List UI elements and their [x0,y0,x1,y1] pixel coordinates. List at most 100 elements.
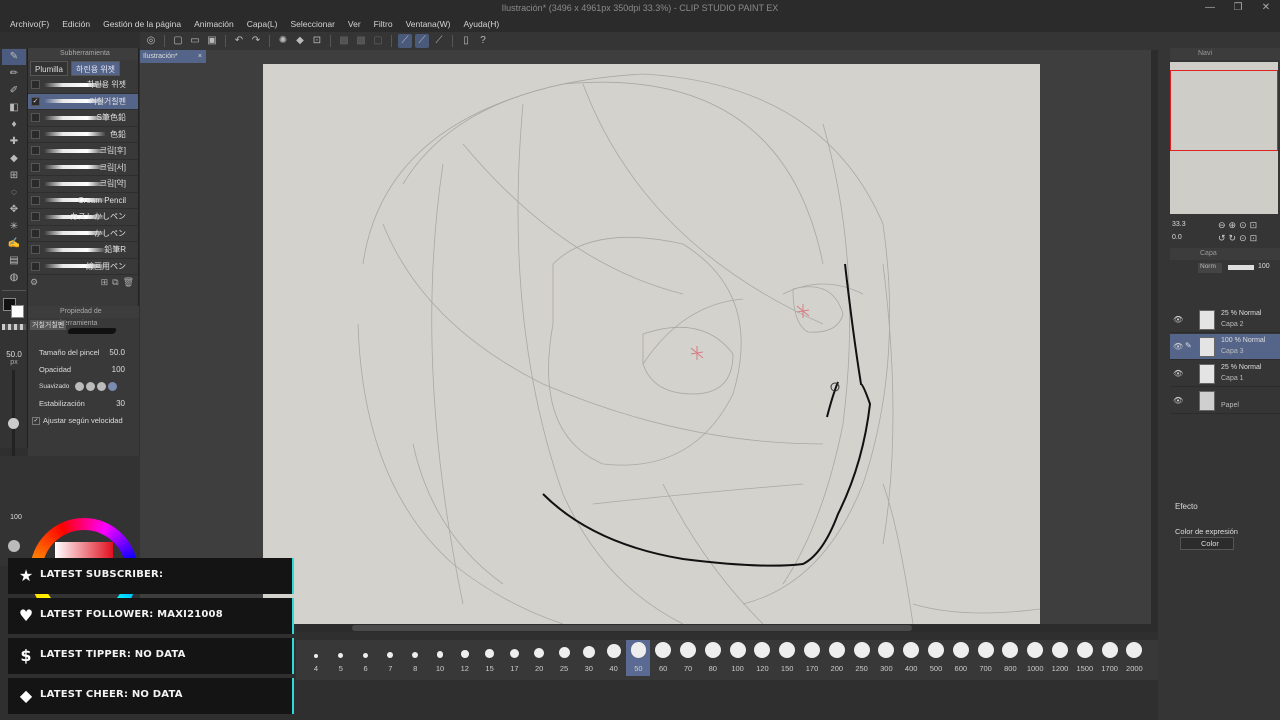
brush-checkbox[interactable] [31,80,40,90]
rotate-controls-icon[interactable]: ↺↻⊙⊡ [1218,233,1260,244]
open-folder-icon[interactable]: ▭ [188,34,202,48]
stabilization-row[interactable]: Estabilización 30 [28,395,139,412]
horizontal-scrollbar-thumb[interactable] [352,625,912,631]
brush-checkbox[interactable] [31,261,40,271]
layer-row[interactable]: 👁 25 % Normal Capa 1 [1170,361,1280,387]
new-file-icon[interactable]: ▢ [171,34,185,48]
lasso-tool-icon[interactable]: ◌ [2,185,26,201]
brush-size-preset[interactable]: 12 [453,640,477,673]
brush-checkbox[interactable] [31,195,40,205]
add-subtool-icon[interactable]: ⊞ [101,277,109,288]
brush-item[interactable]: S筆色鉛 [28,110,138,127]
tab-custom[interactable]: 하린용 위젯 [71,61,121,76]
brush-size-preset[interactable]: 80 [701,640,725,673]
brush-size-preset[interactable]: 15 [478,640,502,673]
brush-item[interactable]: 크림[후] [28,143,138,160]
brush-item[interactable]: Cream Pencil [28,193,138,209]
brush-size-preset[interactable]: 1200 [1048,640,1072,673]
brush-size-preset[interactable]: 50 [626,640,651,676]
brush-size-preset[interactable]: 100 [726,640,750,673]
blend-tool-icon[interactable]: ♦ [2,117,26,133]
help-icon[interactable]: ? [476,34,490,48]
invert-icon[interactable]: ▩ [354,34,368,48]
menu-filtro[interactable]: Filtro [374,19,393,29]
fill-tool-icon[interactable]: ◆ [2,151,26,167]
smoothing-row[interactable]: Suavizado [28,378,139,395]
brush-size-preset[interactable]: 60 [651,640,675,673]
brush-size-preset[interactable]: 4 [304,640,328,673]
vertical-scrollbar[interactable] [1151,50,1158,624]
clip-studio-icon[interactable]: ◎ [144,34,158,48]
expression-color-select[interactable]: Color [1180,537,1234,550]
brush-size-preset[interactable]: 250 [850,640,874,673]
menu-animacion[interactable]: Animación [194,19,234,29]
menu-gestion-pagina[interactable]: Gestión de la página [103,19,181,29]
brush-size-row[interactable]: Tamaño del pincel 50.0 [28,344,139,361]
brush-size-preset[interactable]: 25 [552,640,576,673]
brush-checkbox[interactable]: ✓ [31,96,40,106]
visibility-eye-icon[interactable]: 👁 [1173,315,1183,324]
clear-icon[interactable]: ✺ [276,34,290,48]
brush-item[interactable]: カスレかしペン [28,209,138,226]
grid-tool-icon[interactable]: ⊞ [2,168,26,184]
undo-icon[interactable]: ↶ [232,34,246,48]
stabilization-value[interactable]: 30 [116,399,125,408]
eraser-tool-icon[interactable]: ◧ [2,100,26,116]
brush-size-preset[interactable]: 1000 [1023,640,1047,673]
layer-opacity-slider[interactable] [1228,265,1254,270]
brush-size-preset[interactable]: 2000 [1122,640,1146,673]
deselect-icon[interactable]: ▩ [337,34,351,48]
brush-size-preset[interactable]: 800 [998,640,1022,673]
brush-item[interactable]: 하린용 위젯 [28,77,138,94]
delete-subtool-icon[interactable]: 🗑 [123,277,134,288]
brush-checkbox[interactable] [31,162,40,172]
snap-ruler-icon[interactable]: ⟋ [398,34,412,48]
brush-size-preset[interactable]: 300 [874,640,898,673]
brush-checkbox[interactable] [31,245,40,255]
tab-plumilla[interactable]: Plumilla [30,61,69,76]
layer-row-selected[interactable]: 👁 ✎ 100 % Normal Capa 3 [1170,334,1280,360]
brush-size-preset[interactable]: 1500 [1073,640,1097,673]
brush-item[interactable]: 크림[약] [28,176,138,193]
brush-size-preset[interactable]: 7 [378,640,402,673]
close-button[interactable]: ✕ [1252,0,1280,16]
horizontal-scrollbar[interactable] [296,624,1158,632]
figure-tool-icon[interactable]: ✚ [2,134,26,150]
document-tab[interactable]: Ilustración* × [140,50,206,63]
brush-checkbox[interactable] [31,129,40,139]
pen-tool-icon[interactable]: ✎ [2,49,26,65]
zoom-controls-icon[interactable]: ⊖⊕⊙⊡ [1218,220,1260,231]
brush-size-preset[interactable]: 20 [527,640,551,673]
brush-size-preset[interactable]: 6 [354,640,378,673]
brush-size-preset[interactable]: 600 [949,640,973,673]
brush-item[interactable]: 色鉛 [28,127,138,143]
opacity-value[interactable]: 100 [112,365,125,374]
close-tab-icon[interactable]: × [198,50,202,63]
brush-size-preset[interactable]: 200 [825,640,849,673]
magic-wand-icon[interactable]: ✳ [2,219,26,235]
brush-item-selected[interactable]: ✓ 거칠거칠펜 [28,93,138,110]
navigator-viewport[interactable] [1170,70,1278,151]
smoothing-option-icon[interactable] [108,382,118,391]
snap-grid-icon[interactable]: ⟋ [432,34,446,48]
menu-ayuda[interactable]: Ayuda(H) [463,19,499,29]
menu-seleccionar[interactable]: Seleccionar [290,19,334,29]
save-icon[interactable]: ▣ [205,34,219,48]
layer-row[interactable]: 👁 25 % Normal Capa 2 [1170,307,1280,333]
pencil-tool-icon[interactable]: ✏ [2,66,26,82]
visibility-eye-icon[interactable]: 👁 [1173,396,1183,405]
layer-opacity-value[interactable]: 100 [1258,263,1270,270]
navigator-preview[interactable] [1170,62,1278,214]
brush-size-preset[interactable]: 400 [899,640,923,673]
menu-capa[interactable]: Capa(L) [247,19,278,29]
speed-row[interactable]: ✓ Ajustar según velocidad [28,412,139,429]
brush-size-preset[interactable]: 170 [800,640,824,673]
opacity-slider-thumb[interactable] [8,540,20,552]
zoom-value[interactable]: 33.3 [1172,221,1186,228]
brush-item[interactable]: かしペン [28,226,138,242]
move-tool-icon[interactable]: ✥ [2,202,26,218]
visibility-eye-icon[interactable]: 👁 [1173,342,1183,351]
brush-checkbox[interactable] [31,228,40,238]
brush-size-preset[interactable]: 70 [676,640,700,673]
eyedropper-icon[interactable]: ✍ [2,236,26,252]
